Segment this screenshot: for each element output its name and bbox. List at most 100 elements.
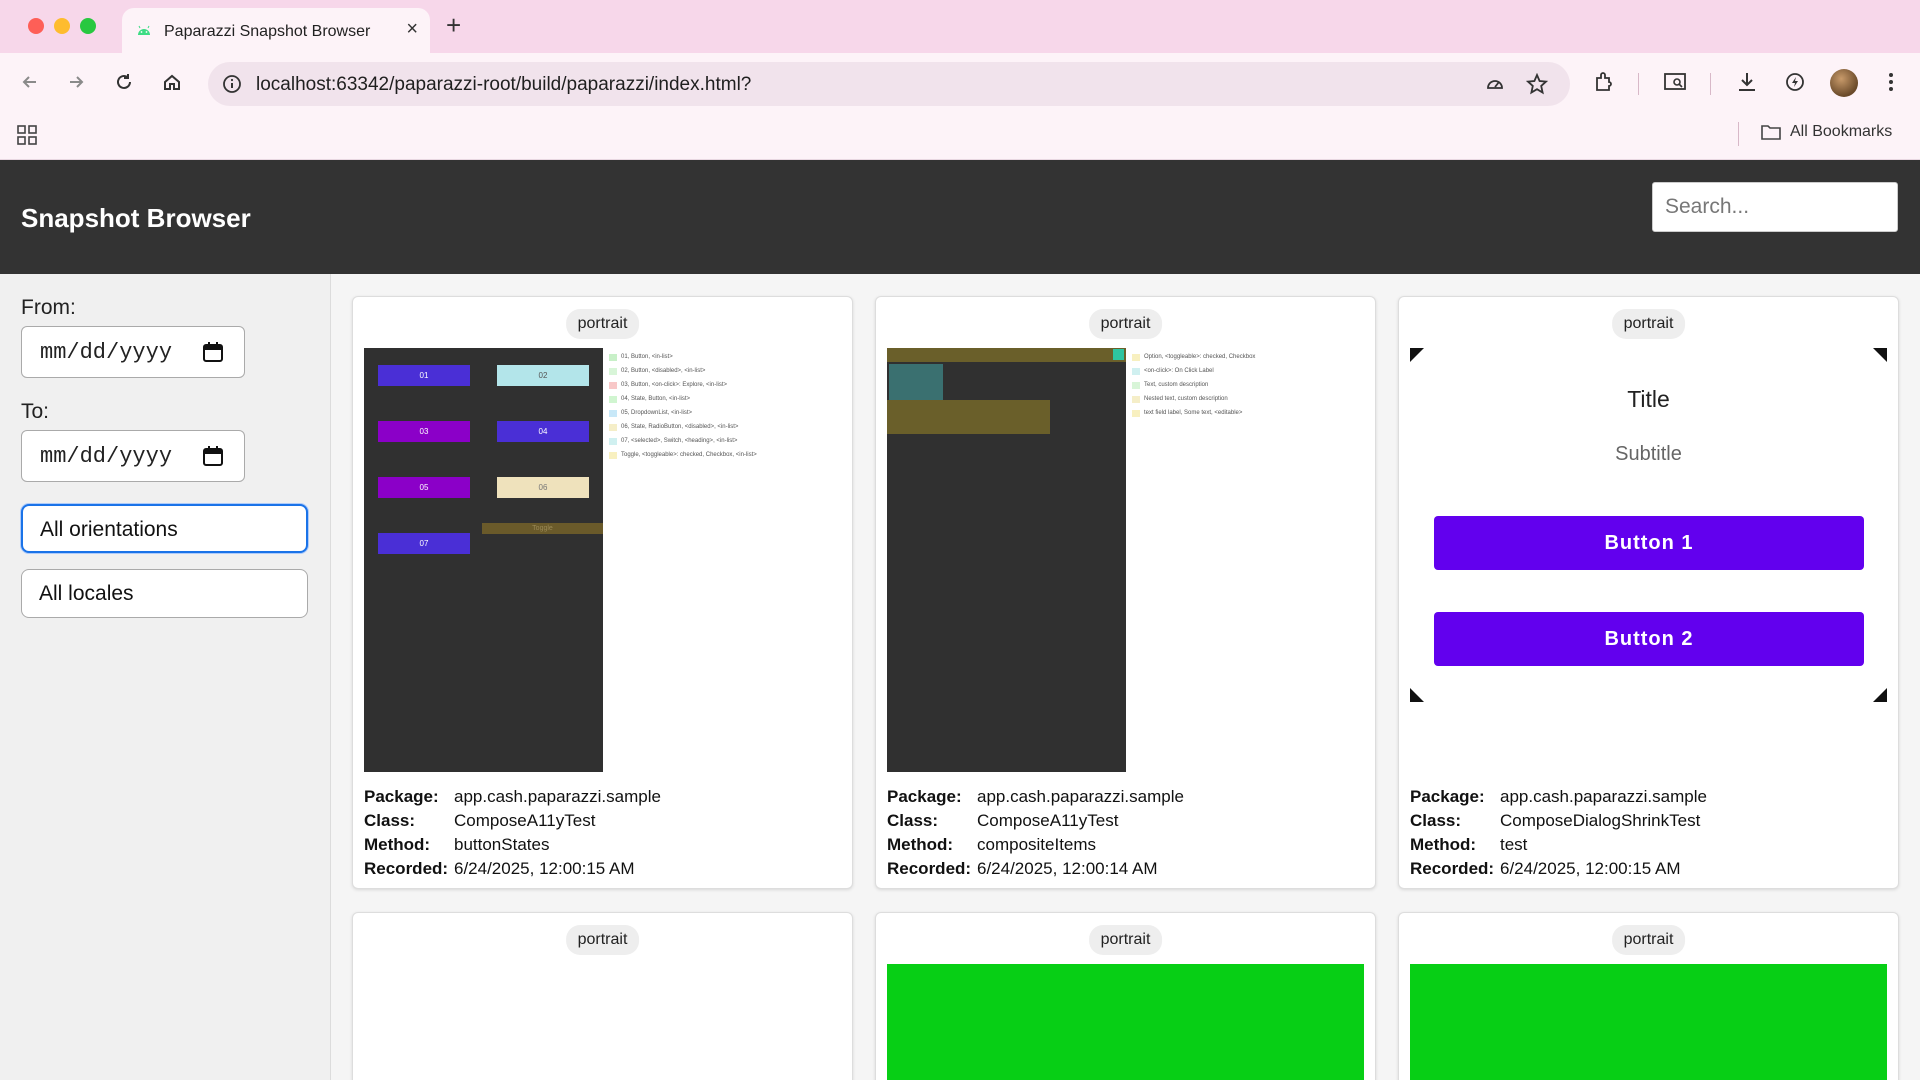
class-label: Class: [364,811,416,830]
to-label: To: [21,400,50,423]
dialog-title: Title [1627,386,1670,412]
legend-item: text field label, Some text, <editable> [1132,406,1255,420]
snapshot-card[interactable]: portrait [875,912,1376,1080]
snapshot-preview[interactable]: Option, <toggleable>: checked, Checkbox … [887,348,1364,772]
profile-avatar[interactable] [1830,69,1858,97]
preview-button: 01 [378,365,470,386]
orientation-badge: portrait [1088,925,1163,955]
tab-search-icon[interactable] [1662,69,1688,95]
preview-block [889,364,943,402]
recorded-label: Recorded: [887,859,972,878]
site-info-icon[interactable] [222,74,242,94]
legend-item: 02, Button, <disabled>, <in-list> [609,364,757,378]
tab-title: Paparazzi Snapshot Browser [164,23,371,40]
to-date-input[interactable]: mm/dd/yyyy [21,430,245,482]
preview-button: 07 [378,533,470,554]
method-value: test [1500,835,1528,854]
snapshot-card[interactable]: portrait Option, <toggleable>: checked, … [875,296,1376,889]
window-minimize-button[interactable] [54,18,70,34]
bookmark-star-icon[interactable] [1526,73,1548,95]
performance-icon[interactable] [1484,73,1506,95]
calendar-icon[interactable] [202,341,224,363]
corner-mark [1873,688,1887,702]
toolbar-divider [1710,73,1711,95]
snapshot-card[interactable]: portrait Title Subtitle Button 1 Button … [1398,296,1899,889]
browser-tab-strip: Paparazzi Snapshot Browser × + [0,0,1920,53]
url-text: localhost:63342/paparazzi-root/build/pap… [256,74,752,95]
method-label: Method: [1410,835,1477,854]
package-value: app.cash.paparazzi.sample [454,787,661,806]
browser-tab[interactable]: Paparazzi Snapshot Browser × [122,8,430,53]
calendar-icon[interactable] [202,445,224,467]
package-value: app.cash.paparazzi.sample [1500,787,1707,806]
snapshot-card[interactable]: portrait [1398,912,1899,1080]
search-input[interactable] [1652,182,1898,232]
snapshot-card[interactable]: portrait 01 02 03 04 05 06 Toggle 07 01,… [352,296,853,889]
address-bar[interactable]: localhost:63342/paparazzi-root/build/pap… [208,62,1570,106]
apps-grid-icon[interactable] [16,124,38,146]
back-icon[interactable] [16,68,44,96]
all-bookmarks-label: All Bookmarks [1790,123,1893,140]
orientation-badge: portrait [1611,309,1686,339]
all-bookmarks-button[interactable]: All Bookmarks [1760,123,1892,141]
preview-button: 03 [378,421,470,442]
method-label: Method: [364,835,431,854]
a11y-legend: 01, Button, <in-list> 02, Button, <disab… [609,350,757,462]
close-tab-icon[interactable]: × [406,19,418,39]
package-label: Package: [364,787,439,806]
preview-button: 06 [497,477,589,498]
orientation-badge: portrait [1611,925,1686,955]
legend-item: Option, <toggleable>: checked, Checkbox [1132,350,1255,364]
method-value: buttonStates [454,835,550,854]
forward-icon[interactable] [62,68,90,96]
from-date-input[interactable]: mm/dd/yyyy [21,326,245,378]
orientation-select[interactable]: All orientations [21,504,308,553]
reload-icon[interactable] [110,68,138,96]
performance-boost-icon[interactable] [1782,69,1808,95]
recorded-label: Recorded: [364,859,449,878]
snapshot-preview[interactable] [887,964,1364,1080]
preview-toggle: Toggle [482,523,603,534]
from-label: From: [21,296,76,319]
extensions-icon[interactable] [1592,69,1618,95]
new-tab-button[interactable]: + [446,12,461,38]
home-icon[interactable] [158,68,186,96]
snapshot-card[interactable]: portrait [352,912,853,1080]
legend-item: 03, Button, <on-click>: Explore, <in-lis… [609,378,757,392]
method-value: compositeItems [977,835,1097,854]
recorded-value: 6/24/2025, 12:00:15 AM [1500,859,1681,878]
snapshot-preview[interactable] [1410,964,1887,1080]
package-label: Package: [887,787,962,806]
window-close-button[interactable] [28,18,44,34]
window-maximize-button[interactable] [80,18,96,34]
corner-mark [1873,348,1887,362]
dialog-button-2: Button 2 [1434,612,1864,666]
phone-screen: 01 02 03 04 05 06 Toggle 07 [364,348,603,772]
more-menu-icon[interactable] [1878,69,1904,95]
preview-button: 05 [378,477,470,498]
download-icon[interactable] [1734,69,1760,95]
snapshot-metadata: Package: app.cash.paparazzi.sample Class:… [887,785,1184,881]
orientation-badge: portrait [565,309,640,339]
package-label: Package: [1410,787,1485,806]
preview-button: 02 [497,365,589,386]
locale-select[interactable]: All locales [21,569,308,618]
class-value: ComposeA11yTest [454,811,596,830]
bookmarks-bar: All Bookmarks [0,113,1920,160]
checkbox-icon [1113,349,1124,360]
folder-icon [1761,125,1781,140]
snapshot-metadata: Package: app.cash.paparazzi.sample Class:… [1410,785,1707,881]
preview-block [887,400,1050,434]
recorded-label: Recorded: [1410,859,1495,878]
legend-item: 01, Button, <in-list> [609,350,757,364]
filter-sidebar: From: mm/dd/yyyy To: mm/dd/yyyy All orie… [0,274,331,1080]
legend-item: 04, State, Button, <in-list> [609,392,757,406]
orientation-value: All orientations [40,518,178,541]
snapshot-preview[interactable]: 01 02 03 04 05 06 Toggle 07 01, Button, … [364,348,841,772]
orientation-badge: portrait [565,925,640,955]
class-value: ComposeDialogShrinkTest [1500,811,1701,830]
phone-screen [887,348,1126,772]
snapshot-metadata: Package: app.cash.paparazzi.sample Class:… [364,785,661,881]
snapshot-preview[interactable]: Title Subtitle Button 1 Button 2 [1410,348,1887,702]
legend-item: 05, DropdownList, <in-list> [609,406,757,420]
